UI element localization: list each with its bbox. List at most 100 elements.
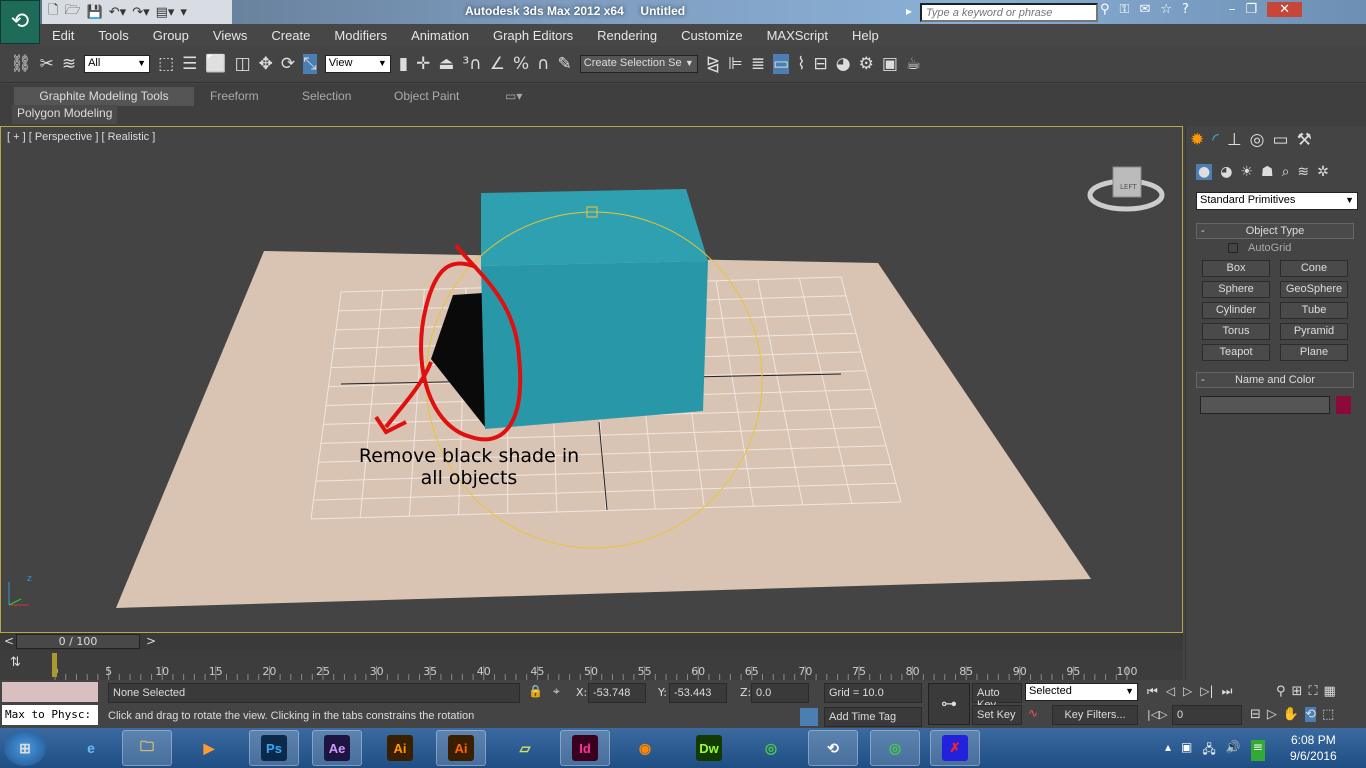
- menu-group[interactable]: Group: [141, 28, 201, 43]
- communication-icon[interactable]: ✉: [1139, 2, 1150, 17]
- snaps-toggle-icon[interactable]: ³∩: [462, 54, 481, 74]
- redo-icon[interactable]: ↷▾: [132, 5, 149, 20]
- primitive-cylinder-button[interactable]: Cylinder: [1202, 302, 1270, 319]
- object-type-rollout-header[interactable]: - Object Type: [1196, 223, 1354, 239]
- display-tab-icon[interactable]: ▭: [1273, 130, 1289, 150]
- primitive-teapot-button[interactable]: Teapot: [1202, 344, 1270, 361]
- taskbar-app[interactable]: ✗: [930, 730, 980, 766]
- primitive-box-button[interactable]: Box: [1202, 260, 1270, 277]
- named-selection-sets-dropdown[interactable]: Create Selection Se: [579, 55, 698, 73]
- previous-frame-button[interactable]: <: [4, 634, 14, 648]
- menu-edit[interactable]: Edit: [40, 28, 86, 43]
- angle-snap-icon[interactable]: ∠: [490, 54, 505, 74]
- pivot-center-icon[interactable]: ▮: [399, 54, 408, 74]
- time-slider[interactable]: 0 / 100: [16, 634, 140, 649]
- helpers-icon[interactable]: ⌕: [1282, 164, 1290, 180]
- maxscript-mini-listener-input[interactable]: Max to Physc:: [2, 705, 98, 725]
- layer-manager-icon[interactable]: ≣: [751, 54, 765, 74]
- mirror-icon[interactable]: ⧎: [706, 54, 720, 74]
- binoculars-icon[interactable]: ⚲: [1100, 2, 1110, 17]
- unlink-icon[interactable]: ✂: [40, 54, 54, 74]
- hierarchy-tab-icon[interactable]: ⊥: [1227, 130, 1242, 150]
- zoom-all-icon[interactable]: ⊞: [1292, 684, 1303, 699]
- zoom-icon[interactable]: ⚲: [1276, 684, 1286, 699]
- link-icon[interactable]: ⛓: [10, 54, 32, 74]
- object-name-input[interactable]: [1200, 396, 1330, 414]
- scale-icon[interactable]: ⤡: [303, 54, 317, 74]
- utilities-tab-icon[interactable]: ⚒: [1297, 130, 1312, 150]
- add-time-tag[interactable]: Add Time Tag: [824, 707, 922, 727]
- taskbar-chrome[interactable]: ◎: [746, 730, 796, 766]
- current-frame-field[interactable]: 0: [1172, 705, 1242, 725]
- save-icon[interactable]: 💾: [87, 5, 103, 20]
- spinner-snap-icon[interactable]: ∩: [537, 54, 549, 74]
- select-manipulate-icon[interactable]: ✛: [416, 54, 430, 74]
- taskbar-photoshop[interactable]: Ps: [249, 730, 299, 766]
- menu-rendering[interactable]: Rendering: [585, 28, 669, 43]
- primitive-sphere-button[interactable]: Sphere: [1202, 281, 1270, 298]
- primitive-pyramid-button[interactable]: Pyramid: [1280, 323, 1348, 340]
- zoom-extents-all-icon[interactable]: ▦: [1324, 684, 1336, 699]
- taskbar-sticky-notes[interactable]: ▱: [500, 730, 550, 766]
- render-setup-icon[interactable]: ⚙: [859, 54, 874, 74]
- move-icon[interactable]: ✥: [259, 54, 273, 74]
- set-key-icon[interactable]: ⊶: [928, 683, 970, 725]
- z-coordinate-field[interactable]: 0.0: [751, 683, 809, 703]
- show-hidden-icons[interactable]: ▴: [1165, 740, 1171, 761]
- geometry-category-dropdown[interactable]: Standard Primitives: [1196, 192, 1358, 210]
- geometry-icon[interactable]: ●: [1196, 164, 1213, 180]
- key-icon[interactable]: ⚿: [1120, 2, 1130, 17]
- zoom-extents-icon[interactable]: ⛶: [1308, 684, 1317, 699]
- polygon-modeling-panel[interactable]: Polygon Modeling: [12, 105, 118, 124]
- tab-object-paint[interactable]: Object Paint: [384, 87, 469, 106]
- keyboard-shortcut-override-icon[interactable]: ⏏: [438, 54, 454, 74]
- favorites-icon[interactable]: ☆: [1160, 2, 1172, 17]
- menu-graph-editors[interactable]: Graph Editors: [481, 28, 585, 43]
- absolute-mode-icon[interactable]: ⌖: [553, 684, 560, 699]
- box-top-face[interactable]: [481, 189, 708, 266]
- primitive-cone-button[interactable]: Cone: [1280, 260, 1348, 277]
- menu-views[interactable]: Views: [201, 28, 259, 43]
- menu-animation[interactable]: Animation: [399, 28, 481, 43]
- viewcube[interactable]: LEFT: [1087, 166, 1165, 212]
- tab-graphite-modeling-tools[interactable]: Graphite Modeling Tools: [14, 87, 194, 106]
- modify-tab-icon[interactable]: ◜: [1212, 130, 1219, 150]
- project-folder-icon[interactable]: ▤▾: [156, 5, 175, 20]
- render-production-icon[interactable]: ☕: [906, 54, 921, 74]
- menu-help[interactable]: Help: [840, 28, 891, 43]
- window-crossing-icon[interactable]: ◫: [235, 54, 251, 74]
- perspective-viewport[interactable]: z LEFT [ + ] [ Perspective ] [ Realistic…: [0, 126, 1183, 633]
- curve-editor-icon[interactable]: ⌇: [797, 54, 805, 74]
- maximize-viewport-icon[interactable]: ⬚: [1322, 707, 1334, 722]
- menu-modifiers[interactable]: Modifiers: [322, 28, 399, 43]
- current-frame-marker[interactable]: [52, 653, 57, 677]
- systems-icon[interactable]: ✲: [1317, 164, 1329, 180]
- taskbar-explorer[interactable]: 🗀: [122, 730, 172, 766]
- taskbar-dreamweaver[interactable]: Dw: [684, 730, 734, 766]
- network-icon[interactable]: 🖧: [1202, 740, 1215, 761]
- open-file-icon[interactable]: 🗁: [64, 1, 80, 23]
- track-bar[interactable]: ⇅ 05101520253035404550556065707580859095…: [0, 650, 1183, 680]
- taskbar-indesign[interactable]: Id: [560, 730, 610, 766]
- schematic-view-icon[interactable]: ⊟: [813, 54, 827, 74]
- time-configuration-icon[interactable]: ⊟: [1250, 707, 1261, 722]
- reference-coordinate-dropdown[interactable]: View: [324, 55, 391, 73]
- taskbar-illustrator[interactable]: Ai: [375, 730, 425, 766]
- x-coordinate-field[interactable]: -53.748: [588, 683, 646, 703]
- select-by-name-icon[interactable]: ☰: [182, 54, 197, 74]
- search-input[interactable]: [920, 3, 1098, 22]
- percent-snap-icon[interactable]: %: [513, 54, 529, 74]
- customize-qat-icon[interactable]: ▾: [180, 5, 187, 20]
- primitive-plane-button[interactable]: Plane: [1280, 344, 1348, 361]
- key-filters-button[interactable]: Key Filters...: [1052, 705, 1138, 725]
- name-color-rollout-header[interactable]: - Name and Color: [1196, 372, 1354, 388]
- taskbar-media-player[interactable]: ▶: [184, 730, 234, 766]
- application-menu-button[interactable]: ⟲: [0, 0, 40, 44]
- taskbar-3dsmax[interactable]: ⟲: [808, 730, 858, 766]
- start-button[interactable]: ⊞: [4, 730, 46, 766]
- minimize-button[interactable]: –: [1229, 2, 1236, 17]
- key-mode-dropdown[interactable]: Selected: [1025, 683, 1138, 701]
- new-file-icon[interactable]: 🗋: [48, 1, 58, 23]
- menu-create[interactable]: Create: [259, 28, 322, 43]
- pan-icon[interactable]: ✋: [1283, 707, 1299, 722]
